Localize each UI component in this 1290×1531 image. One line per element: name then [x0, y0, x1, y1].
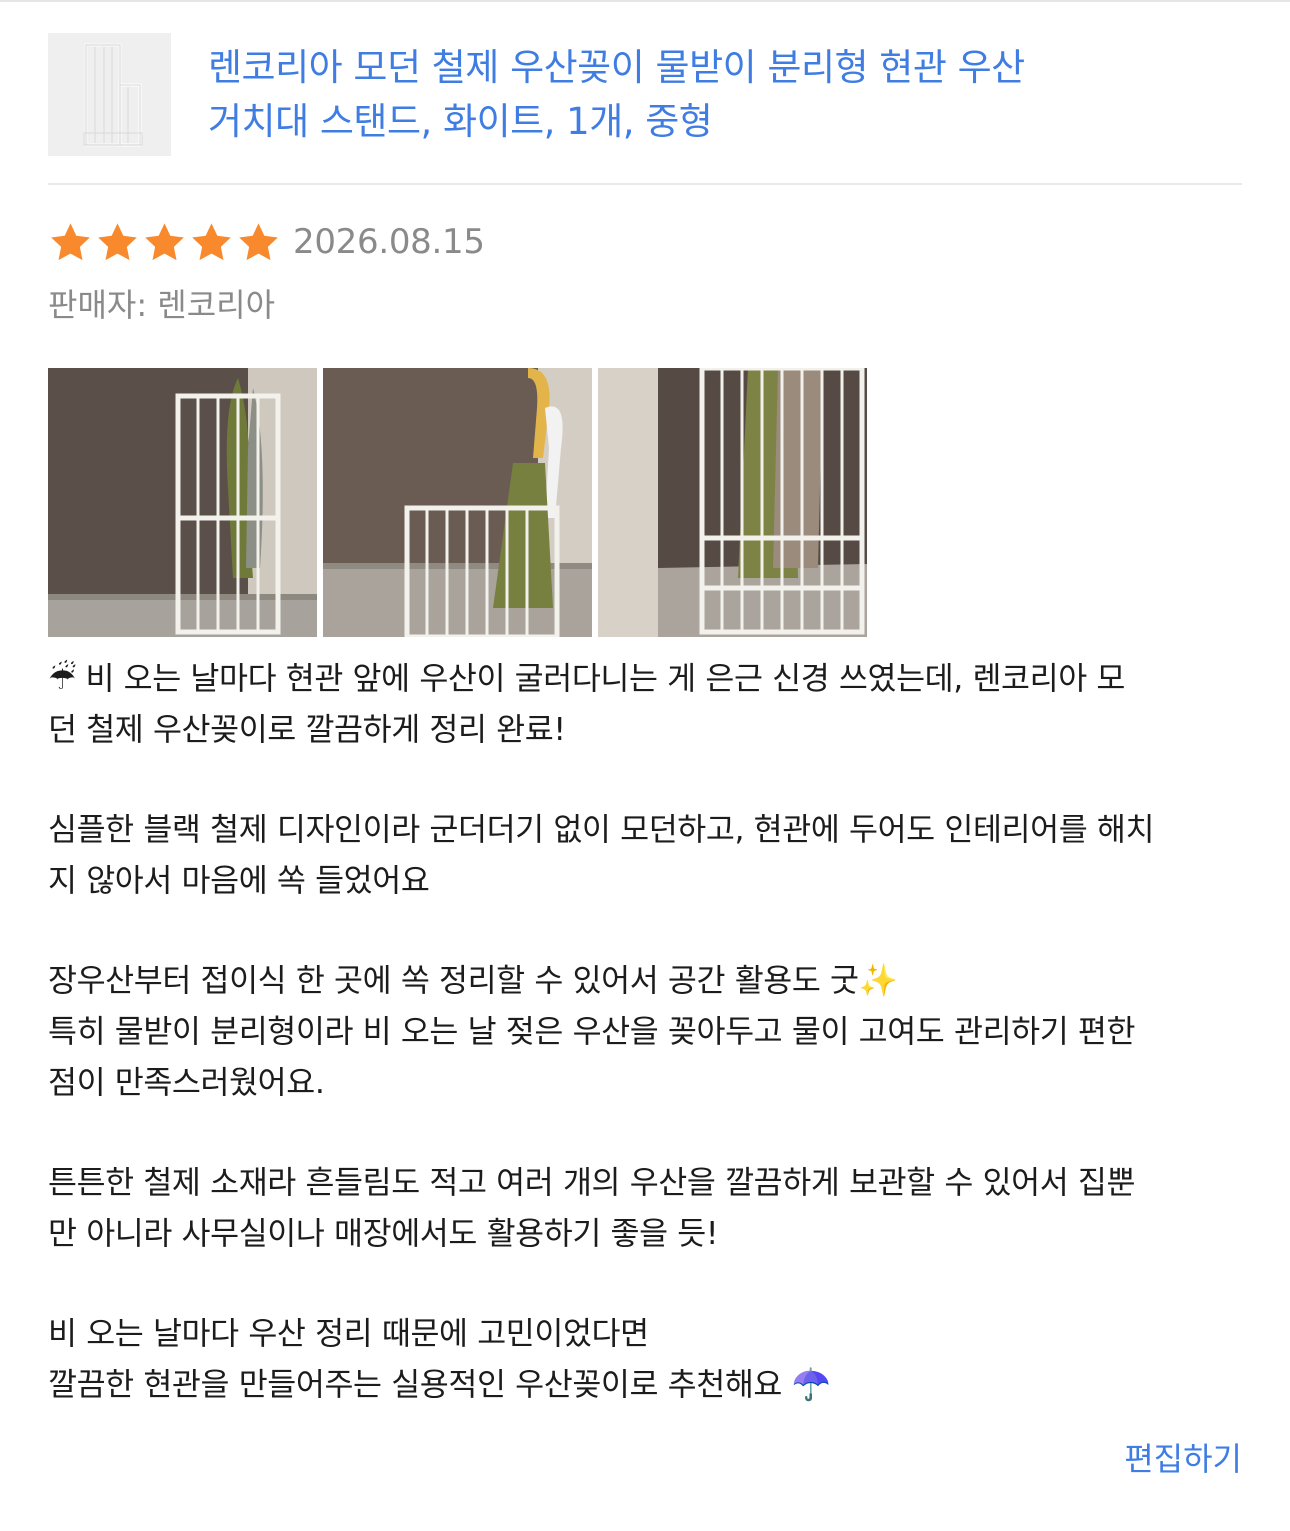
review-photo-2[interactable] [323, 368, 592, 637]
review-paragraph-5: 비 오는 날마다 우산 정리 때문에 고민이었다면 깔끔한 현관을 만들어주는 … [48, 1309, 1242, 1411]
product-title-link[interactable]: 렌코리아 모던 철제 우산꽂이 물받이 분리형 현관 우산 거치대 스탠드, 화… [208, 41, 1208, 149]
review-line: 깔끔한 현관을 만들어주는 실용적인 우산꽂이로 추천해요 ☂️ [48, 1367, 831, 1403]
review-date: 2026.08.15 [293, 222, 485, 262]
review-line: 특히 물받이 분리형이라 비 오는 날 젖은 우산을 꽂아두고 물이 고여도 관… [48, 1014, 1136, 1050]
star-icon [236, 220, 281, 265]
review-line: 심플한 블랙 철제 디자인이라 군더더기 없이 모던하고, 현관에 두어도 인테… [48, 812, 1155, 848]
review-text: ☔ 비 오는 날마다 현관 앞에 우산이 굴러다니는 게 은근 신경 쓰였는데,… [48, 654, 1242, 1460]
review-paragraph-3: 장우산부터 접이식 한 곳에 쏙 정리할 수 있어서 공간 활용도 굿✨ 특히 … [48, 956, 1242, 1109]
product-thumbnail[interactable] [48, 33, 171, 156]
review-photo-3[interactable] [598, 368, 867, 637]
product-title-line[interactable]: 거치대 스탠드, 화이트, 1개, 중형 [208, 95, 1208, 149]
product-header[interactable]: 렌코리아 모던 철제 우산꽂이 물받이 분리형 현관 우산 거치대 스탠드, 화… [48, 33, 1242, 157]
review-line: ☔ 비 오는 날마다 현관 앞에 우산이 굴러다니는 게 은근 신경 쓰였는데,… [48, 661, 1125, 697]
review-photo-1[interactable] [48, 368, 317, 637]
star-icon [95, 220, 140, 265]
review-line: 던 철제 우산꽂이로 깔끔하게 정리 완료! [48, 712, 566, 748]
star-rating [48, 220, 281, 265]
review-line: 비 오는 날마다 우산 정리 때문에 고민이었다면 [48, 1316, 649, 1352]
star-icon [48, 220, 93, 265]
review-line: 점이 만족스러웠어요. [48, 1065, 325, 1101]
review-paragraph-4: 튼튼한 철제 소재라 흔들림도 적고 여러 개의 우산을 깔끔하게 보관할 수 … [48, 1158, 1242, 1260]
top-border [0, 0, 1290, 2]
review-photos [48, 368, 867, 637]
seller-label: 판매자: 렌코리아 [48, 286, 276, 324]
review-paragraph-2: 심플한 블랙 철제 디자인이라 군더더기 없이 모던하고, 현관에 두어도 인테… [48, 805, 1242, 907]
review-line: 튼튼한 철제 소재라 흔들림도 적고 여러 개의 우산을 깔끔하게 보관할 수 … [48, 1165, 1136, 1201]
review-line: 지 않아서 마음에 쏙 들었어요 [48, 863, 430, 899]
star-icon [189, 220, 234, 265]
header-divider [48, 183, 1242, 185]
product-title-line[interactable]: 렌코리아 모던 철제 우산꽂이 물받이 분리형 현관 우산 [208, 41, 1208, 95]
rating-row: 2026.08.15 [48, 218, 485, 266]
review-paragraph-1: ☔ 비 오는 날마다 현관 앞에 우산이 굴러다니는 게 은근 신경 쓰였는데,… [48, 654, 1242, 756]
edit-button[interactable]: 편집하기 [1124, 1434, 1242, 1480]
star-icon [142, 220, 187, 265]
review-line: 만 아니라 사무실이나 매장에서도 활용하기 좋을 듯! [48, 1216, 719, 1252]
review-line: 장우산부터 접이식 한 곳에 쏙 정리할 수 있어서 공간 활용도 굿✨ [48, 963, 898, 999]
